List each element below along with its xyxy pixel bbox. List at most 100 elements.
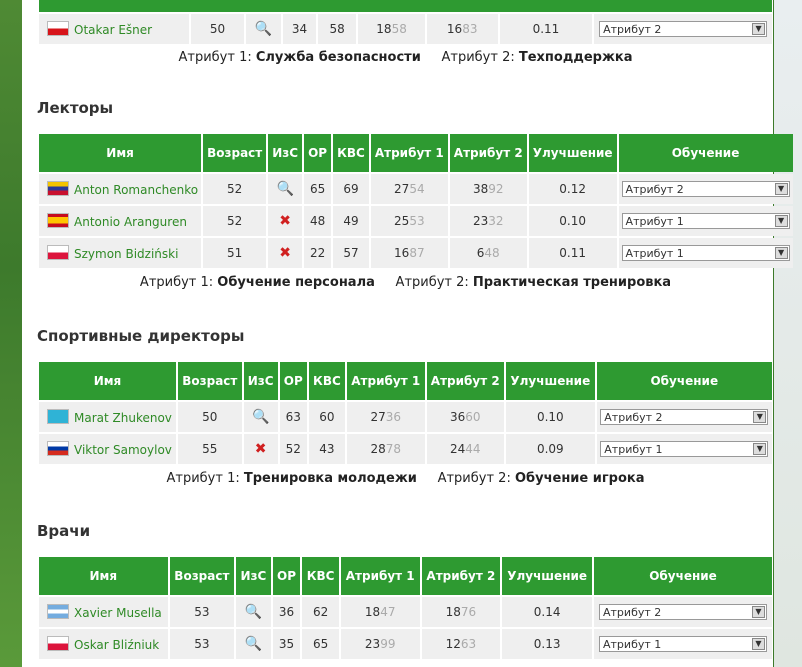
training-select[interactable]: Атрибут 1 ▼ (599, 636, 767, 652)
attr2-cell: 2332 (449, 206, 527, 236)
column-header[interactable]: Обучение (596, 362, 772, 400)
attribute-legend: Атрибут 1: Тренировка молодежи Атрибут 2… (166, 471, 645, 486)
column-header[interactable]: Обучение (618, 134, 793, 172)
op-cell: 65 (304, 174, 332, 204)
column-header[interactable]: КВС (333, 134, 369, 172)
flag-icon (47, 181, 69, 196)
column-header[interactable]: КВС (302, 557, 339, 595)
op-cell: 48 (304, 206, 332, 236)
column-header[interactable]: ИзС (243, 362, 278, 400)
column-header[interactable]: ИзС (268, 134, 303, 172)
attr1-cell: 2553 (370, 206, 448, 236)
age-cell: 51 (203, 238, 267, 268)
column-header[interactable]: Имя (39, 557, 168, 595)
column-header[interactable]: Атрибут 1 (340, 557, 420, 595)
attr1-cell: 1847 (340, 597, 420, 627)
training-select[interactable]: Атрибут 2 ▼ (600, 409, 769, 425)
attribute-legend: Атрибут 1: Служба безопасности Атрибут 2… (178, 50, 633, 65)
column-header[interactable]: ОР (279, 362, 307, 400)
staff-name-link[interactable]: Viktor Samoylov (74, 443, 172, 457)
improvement-cell: 0.13 (502, 629, 593, 659)
training-select[interactable]: Атрибут 1 ▼ (600, 441, 769, 457)
staff-name-link[interactable]: Xavier Musella (74, 606, 162, 620)
table-row: Szymon Bidziński 51 ✖ 22 57 1687 648 0.11 Атрибу… (39, 238, 793, 268)
training-select[interactable]: Атрибут 1 ▼ (621, 213, 790, 229)
column-header[interactable]: Улучшение (502, 557, 593, 595)
column-header[interactable]: Атрибут 2 (449, 134, 527, 172)
improvement-cell: 0.11 (499, 14, 593, 44)
chevron-down-icon: ▼ (774, 247, 788, 259)
column-header[interactable]: ОР (304, 134, 332, 172)
staff-name-link[interactable]: Anton Romanchenko (74, 183, 198, 197)
staff-name-link[interactable]: Oskar Bliźniuk (74, 638, 159, 652)
attr2-cell: 648 (449, 238, 527, 268)
table-row: Viktor Samoylov 55 ✖ 52 43 2878 2444 0.09 Атрибу… (39, 434, 772, 464)
magnifier-icon[interactable]: 🔍 (245, 604, 262, 620)
attr2-cell: 3660 (426, 402, 505, 432)
column-header[interactable]: Улучшение (506, 362, 595, 400)
magnifier-icon[interactable]: 🔍 (255, 21, 272, 37)
table-row: Xavier Musella 53 🔍 36 62 1847 1876 0.14 Атрибут… (39, 597, 772, 627)
staff-name-link[interactable]: Szymon Bidziński (74, 247, 178, 261)
attr1-cell: 1858 (358, 14, 425, 44)
age-cell: 55 (177, 434, 242, 464)
chevron-down-icon: ▼ (752, 606, 765, 618)
chevron-down-icon: ▼ (752, 638, 765, 650)
column-header[interactable]: Атрибут 2 (421, 557, 501, 595)
chevron-down-icon: ▼ (774, 215, 788, 227)
age-cell: 50 (190, 14, 245, 44)
table-row: Antonio Aranguren 52 ✖ 48 49 2553 2332 0.10 Атри… (39, 206, 793, 236)
column-header[interactable]: ИзС (236, 557, 271, 595)
kvs-cell: 49 (333, 206, 369, 236)
table-header-row: Имя Возраст ИзС ОР КВС Атрибут 1 Атрибут 2 Улуч… (39, 557, 772, 595)
kvs-cell: 62 (302, 597, 339, 627)
magnifier-icon[interactable]: 🔍 (276, 181, 293, 197)
training-select[interactable]: Атрибут 2 ▼ (621, 181, 790, 197)
staff-name-link[interactable]: Marat Zhukenov (74, 411, 172, 425)
flag-icon (47, 21, 69, 36)
kvs-cell: 65 (302, 629, 339, 659)
column-header[interactable]: Возраст (177, 362, 242, 400)
chevron-down-icon: ▼ (753, 411, 767, 423)
magnifier-icon[interactable]: 🔍 (245, 636, 262, 652)
staff-name-link[interactable]: Otakar Ešner (74, 23, 152, 37)
training-select[interactable]: Атрибут 1 ▼ (621, 245, 790, 261)
kvs-cell: 58 (317, 14, 357, 44)
cross-icon[interactable]: ✖ (255, 441, 267, 457)
column-header[interactable]: ОР (272, 557, 301, 595)
column-header[interactable]: Обучение (594, 557, 772, 595)
cross-icon[interactable]: ✖ (279, 213, 291, 229)
column-header[interactable]: КВС (308, 362, 345, 400)
training-select[interactable]: Атрибут 2 ▼ (599, 604, 767, 620)
training-select[interactable]: Атрибут 2 ▼ (599, 21, 768, 37)
improvement-cell: 0.12 (528, 174, 617, 204)
column-header[interactable]: Атрибут 2 (426, 362, 505, 400)
section-title-doctors: Врачи (37, 522, 91, 540)
column-header[interactable]: Возраст (203, 134, 267, 172)
section-title-lecturers: Лекторы (37, 99, 114, 117)
improvement-cell: 0.09 (506, 434, 595, 464)
column-header[interactable]: Имя (39, 362, 176, 400)
attr1-cell: 2736 (346, 402, 425, 432)
age-cell: 52 (203, 174, 267, 204)
flag-icon (47, 245, 69, 260)
background-left (0, 0, 22, 667)
lecturers-table: Имя Возраст ИзС ОР КВС Атрибут 1 Атрибут 2 Улуч… (37, 132, 793, 290)
op-cell: 36 (272, 597, 301, 627)
age-cell: 53 (169, 597, 235, 627)
table-row: Anton Romanchenko 52 🔍 65 69 2754 3892 0.12 Атри… (39, 174, 793, 204)
column-header[interactable]: Атрибут 1 (346, 362, 425, 400)
column-header[interactable]: Улучшение (528, 134, 617, 172)
chevron-down-icon: ▼ (752, 23, 766, 35)
magnifier-icon[interactable]: 🔍 (252, 409, 269, 425)
column-header[interactable]: Возраст (169, 557, 235, 595)
column-header[interactable]: Атрибут 1 (370, 134, 448, 172)
flag-icon (47, 213, 69, 228)
staff-name-link[interactable]: Antonio Aranguren (74, 215, 187, 229)
kvs-cell: 69 (333, 174, 369, 204)
doctors-table: Имя Возраст ИзС ОР КВС Атрибут 1 Атрибут 2 Улуч… (37, 555, 774, 661)
flag-icon (47, 409, 69, 424)
column-header[interactable]: Имя (39, 134, 202, 172)
cross-icon[interactable]: ✖ (279, 245, 291, 261)
attr1-cell: 2878 (346, 434, 425, 464)
